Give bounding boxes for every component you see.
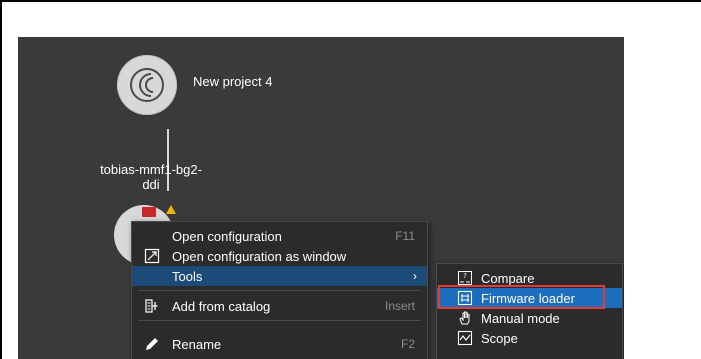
- device-label[interactable]: tobias-mmf1-bg2- ddi: [76, 162, 226, 192]
- chevron-right-icon: ›: [413, 269, 417, 283]
- scope-icon: [457, 330, 473, 346]
- project-node[interactable]: [117, 55, 177, 115]
- menu-item-shortcut: F11: [395, 229, 415, 243]
- frame-left-border: [0, 0, 2, 359]
- menu-item-shortcut: Insert: [384, 299, 415, 313]
- menu-item-label: Open configuration: [172, 229, 282, 244]
- menu-item-label: Rename: [172, 337, 222, 352]
- menu-item-open-configuration-window[interactable]: Open configuration as window: [132, 246, 427, 266]
- submenu-item-manual-mode[interactable]: Manual mode: [437, 308, 622, 328]
- compare-icon: ?: [457, 270, 473, 286]
- device-status-badge: [142, 207, 156, 217]
- device-label-line2: ddi: [142, 177, 160, 192]
- menu-item-label: Add from catalog: [172, 299, 271, 314]
- menu-item-rename[interactable]: Rename F2: [132, 334, 427, 354]
- menu-item-shortcut: F2: [400, 337, 415, 351]
- device-label-line1: tobias-mmf1-bg2-: [100, 162, 202, 177]
- menu-separator: [138, 290, 421, 291]
- catalog-icon: [144, 298, 160, 314]
- project-canvas[interactable]: New project 4 tobias-mmf1-bg2- ddi Open …: [18, 37, 624, 359]
- project-label[interactable]: New project 4: [193, 74, 272, 89]
- menu-item-label: Open configuration as window: [172, 249, 347, 264]
- submenu-item-label: Compare: [481, 271, 535, 286]
- submenu-item-label: Manual mode: [481, 311, 560, 326]
- frame-top-border: [0, 0, 701, 2]
- svg-text:?: ?: [463, 272, 467, 280]
- menu-separator: [138, 320, 421, 321]
- submenu-item-scope[interactable]: Scope: [437, 328, 622, 348]
- hand-icon: [457, 310, 473, 326]
- menu-item-label: Tools: [172, 269, 203, 284]
- firmware-loader-highlight: [438, 285, 605, 309]
- tools-submenu[interactable]: ? Compare Firmware loader Manual mode Sc…: [436, 263, 623, 359]
- menu-item-tools[interactable]: Tools ›: [132, 266, 427, 286]
- pencil-icon: [144, 336, 160, 352]
- menu-item-open-configuration[interactable]: Open configuration F11: [132, 226, 427, 246]
- context-menu[interactable]: Open configuration F11 Open configuratio…: [131, 221, 428, 359]
- window-icon: [144, 248, 160, 264]
- submenu-item-label: Scope: [481, 331, 518, 346]
- warning-icon: [166, 205, 176, 214]
- project-logo-icon: [130, 68, 164, 102]
- menu-item-add-from-catalog[interactable]: Add from catalog Insert: [132, 296, 427, 316]
